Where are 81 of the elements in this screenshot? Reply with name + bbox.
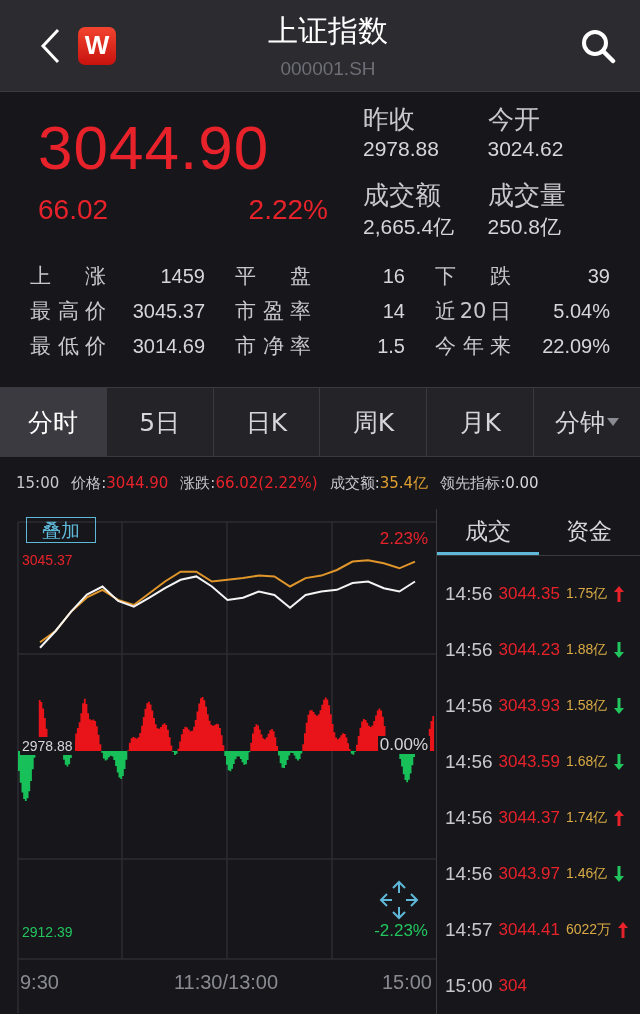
stat-value: 5.04% [553,299,610,323]
stat-value: 3014.69 [132,334,205,358]
time-label: 11:30/13:00 [173,971,279,994]
info-label: 成交额: [329,473,380,492]
stat-value: 22.09% [542,334,610,358]
trade-time: 14:56 [445,807,493,829]
info-value: 66.02(2.22%) [215,473,318,492]
trade-volume: 6022万 [566,921,612,939]
stat-value: 3045.37 [132,299,205,323]
period-tab[interactable]: 周K [320,388,428,456]
field-label: 今开 [487,103,541,136]
stat-value: 14 [382,299,405,323]
panel-tab[interactable]: 资金 [538,511,640,555]
period-tab[interactable]: 5日 [106,388,214,456]
search-icon[interactable] [580,27,616,64]
field-value: 3024.62 [487,137,565,161]
period-tab[interactable]: 日K [213,388,321,456]
period-tab[interactable]: 月K [427,388,535,456]
trade-price: 304 [498,976,527,996]
period-tab[interactable]: 分钟 [534,388,640,456]
price-change: 66.02 [38,194,109,226]
time-label: 9:30 [20,971,59,994]
field-value: 250.8亿 [487,214,563,240]
trade-volume: 1.58亿 [566,697,608,715]
base-percent: 0.00% [377,736,430,754]
stat-label: 下 跌 [435,263,511,290]
trade-time: 15:00 [445,975,493,997]
stat-label: 市盈率 [235,298,311,325]
trade-time: 14:56 [445,751,493,773]
trade-price: 3044.23 [498,640,560,660]
overlay-button[interactable]: 叠加 [26,517,96,543]
trade-volume: 1.46亿 [566,865,608,883]
trade-price: 3044.41 [498,920,560,940]
time-label: 15:00 [381,971,432,994]
stat-label: 近20日 [435,298,511,325]
trade-time: 14:56 [445,863,493,885]
stat-label: 平 盘 [235,263,311,290]
info-value: 0.00 [505,473,539,492]
trade-time: 14:56 [445,695,493,717]
stat-label: 今年来 [435,333,511,360]
stock-code: 000001.SH [280,58,376,80]
change-percent: 2.22% [248,194,328,226]
trade-volume: 1.75亿 [566,585,608,603]
current-price: 3044.90 [38,112,271,184]
trade-price: 3043.59 [498,752,560,772]
stat-value: 1.5 [377,334,405,358]
trade-volume: 1.68亿 [566,753,608,771]
trade-volume: 1.74亿 [566,809,608,827]
field-value: 2978.88 [363,137,440,161]
field-label: 成交额 [363,179,442,212]
info-label: 领先指标: [440,473,506,492]
move-icon[interactable] [378,879,420,921]
trade-price: 3043.93 [498,696,560,716]
stat-value: 39 [587,264,610,288]
info-label: 价格: [71,473,107,492]
app-logo[interactable]: W [78,26,116,65]
y-axis-label: 2978.88 [20,737,75,755]
trade-price: 3044.35 [498,584,560,604]
field-label: 成交量 [487,179,567,212]
info-value: 3044.90 [106,473,169,492]
trade-time: 14:56 [445,639,493,661]
trade-volume: 1.88亿 [566,641,608,659]
stat-label: 最高价 [30,298,106,325]
trade-time: 14:56 [445,583,493,605]
stat-value: 16 [382,264,405,288]
trade-price: 3044.37 [498,808,560,828]
period-tab[interactable]: 分时 [0,388,107,456]
back-icon[interactable] [40,27,60,64]
stat-label: 最低价 [30,333,106,360]
info-value: 35.4亿 [379,473,429,492]
stat-value: 1459 [160,264,205,288]
field-label: 昨收 [363,103,416,136]
trade-time: 14:57 [445,919,493,941]
stat-label: 上 涨 [30,263,106,290]
page-title: 上证指数 [268,12,388,50]
panel-tab[interactable]: 成交 [437,511,539,555]
info-time: 15:00 [16,474,60,492]
info-label: 涨跌: [180,473,216,492]
trade-price: 3043.97 [498,864,560,884]
field-value: 2,665.4亿 [363,214,456,240]
stat-label: 市净率 [235,333,311,360]
